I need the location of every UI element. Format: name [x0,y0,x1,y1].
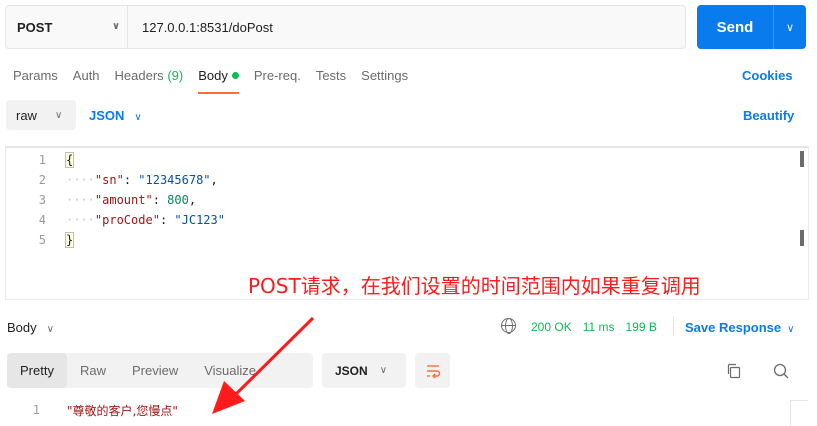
annotation-arrow [212,316,315,414]
